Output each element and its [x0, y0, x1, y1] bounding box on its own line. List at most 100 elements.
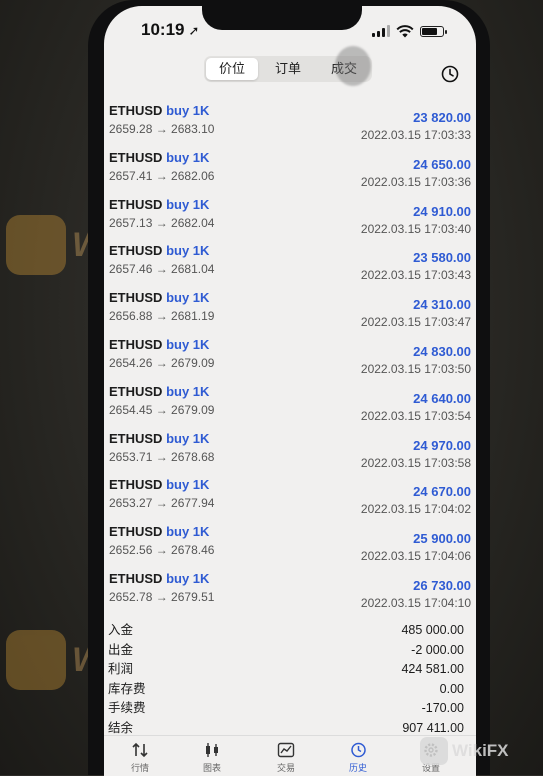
- summary-row: 库存费 0.00: [108, 680, 464, 700]
- deal-row[interactable]: ETHUSD buy 1K 2653.27 → 2677.94 24 670.00 2…: [109, 477, 471, 524]
- symbol-text: ETHUSD: [109, 336, 163, 352]
- tab-label: 交易: [276, 763, 295, 773]
- deal-symbol: ETHUSD buy 1K: [109, 571, 209, 586]
- deal-symbol: ETHUSD buy 1K: [109, 290, 209, 305]
- deal-prices: 2657.46 → 2681.04: [109, 262, 215, 277]
- watermark-corner: WikiFX: [420, 737, 509, 765]
- deal-time: 2022.03.15 17:04:10: [360, 595, 471, 610]
- deal-row[interactable]: ETHUSD buy 1K 2657.41 → 2682.06 24 650.00 2…: [109, 150, 471, 197]
- summary-value: -170.00: [421, 701, 464, 715]
- deal-symbol: ETHUSD buy 1K: [109, 103, 209, 118]
- deal-type: buy 1K: [166, 290, 210, 306]
- summary-value: 485 000.00: [401, 623, 464, 637]
- tab-chart[interactable]: 图表: [182, 742, 242, 774]
- deal-type: buy 1K: [166, 149, 210, 165]
- deal-time: 2022.03.15 17:03:50: [360, 361, 471, 376]
- deal-type: buy 1K: [166, 243, 210, 259]
- deal-profit: 24 310.00: [413, 297, 471, 313]
- deal-row[interactable]: ETHUSD buy 1K 2652.56 → 2678.46 25 900.00 2…: [109, 524, 471, 571]
- deal-prices: 2659.28 → 2683.10: [109, 122, 215, 136]
- deal-profit: 24 670.00: [413, 484, 471, 500]
- summary-value: -2 000.00: [411, 642, 464, 657]
- deal-profit: 25 900.00: [413, 531, 471, 547]
- symbol-text: ETHUSD: [109, 524, 163, 540]
- deal-prices: 2652.78 → 2679.51: [109, 589, 215, 604]
- deal-time: 2022.03.15 17:04:06: [360, 549, 471, 564]
- deal-time: 2022.03.15 17:04:02: [360, 502, 471, 517]
- deal-time: 2022.03.15 17:03:40: [360, 221, 471, 236]
- symbol-text: ETHUSD: [109, 430, 163, 446]
- deal-type: buy 1K: [166, 524, 210, 540]
- summary-label: 库存费: [108, 681, 146, 696]
- summary-label: 利润: [108, 662, 134, 676]
- deal-prices: 2654.26 → 2679.09: [109, 355, 215, 370]
- chart-icon: [206, 743, 218, 757]
- wikifx-badge-icon: [6, 630, 66, 690]
- symbol-text: ETHUSD: [109, 243, 163, 259]
- summary-row: 手续费 -170.00: [108, 699, 464, 719]
- deal-prices: 2654.45 → 2679.09: [109, 402, 215, 417]
- scrolled-row-fragment: [118, 80, 470, 90]
- deal-time: 2022.03.15 17:03:36: [360, 174, 471, 189]
- summary-row: 利润 424 581.00: [108, 660, 464, 680]
- deal-time: 2022.03.15 17:03:33: [360, 128, 471, 142]
- deal-symbol: ETHUSD buy 1K: [109, 243, 209, 258]
- location-arrow-icon: ➚: [188, 23, 200, 38]
- segment-orders[interactable]: 订单: [262, 58, 314, 80]
- deal-type: buy 1K: [166, 570, 210, 586]
- deal-symbol: ETHUSD buy 1K: [109, 150, 209, 165]
- deal-row[interactable]: ETHUSD buy 1K 2652.78 → 2679.51 26 730.00 2…: [109, 571, 471, 618]
- deal-symbol: ETHUSD buy 1K: [109, 197, 209, 212]
- deal-type: buy 1K: [166, 196, 210, 212]
- deal-row[interactable]: ETHUSD buy 1K 2656.88 → 2681.19 24 310.00 2…: [109, 290, 471, 337]
- deal-time: 2022.03.15 17:03:43: [360, 268, 471, 283]
- account-summary: 入金 485 000.00 出金 -2 000.00 利润 424 581.00 库存费 0.…: [108, 621, 464, 738]
- cellular-signal-icon: [372, 25, 390, 37]
- tab-label: 历史: [348, 763, 367, 773]
- battery-icon: [420, 25, 447, 37]
- deal-profit: 24 830.00: [413, 343, 471, 359]
- deal-prices: 2656.88 → 2681.19: [109, 309, 215, 324]
- deal-profit: 23 820.00: [413, 110, 471, 125]
- symbol-text: ETHUSD: [109, 149, 163, 165]
- summary-label: 入金: [108, 623, 134, 637]
- clock-text: 10:19: [141, 20, 185, 39]
- deal-row[interactable]: ETHUSD buy 1K 2659.28 → 2683.10 23 820.00 2…: [109, 103, 471, 150]
- summary-label: 出金: [108, 642, 134, 657]
- deal-prices: 2657.41 → 2682.06: [109, 168, 215, 183]
- deal-row[interactable]: ETHUSD buy 1K 2657.46 → 2681.04 23 580.00 2…: [109, 243, 471, 290]
- deal-profit: 26 730.00: [413, 577, 471, 593]
- notch: [202, 0, 362, 30]
- status-icons: [372, 24, 447, 38]
- deal-time: 2022.03.15 17:03:54: [360, 408, 471, 423]
- deal-row[interactable]: ETHUSD buy 1K 2653.71 → 2678.68 24 970.00 2…: [109, 431, 471, 478]
- segment-prices[interactable]: 价位: [206, 58, 258, 80]
- deal-row[interactable]: ETHUSD buy 1K 2654.26 → 2679.09 24 830.00 2…: [109, 337, 471, 384]
- deal-symbol: ETHUSD buy 1K: [109, 477, 209, 492]
- trade-icon: [277, 742, 295, 758]
- deal-symbol: ETHUSD buy 1K: [109, 384, 209, 399]
- summary-value: 0.00: [439, 681, 464, 696]
- tab-quotes[interactable]: 行情: [110, 742, 170, 774]
- history-icon: [351, 742, 366, 758]
- deal-type: buy 1K: [166, 383, 210, 399]
- deal-prices: 2657.13 → 2682.04: [109, 215, 215, 230]
- wikifx-badge-icon: [420, 737, 448, 765]
- symbol-text: ETHUSD: [109, 290, 163, 306]
- deal-type: buy 1K: [166, 430, 210, 446]
- summary-value: 424 581.00: [401, 662, 464, 676]
- symbol-text: ETHUSD: [109, 477, 163, 493]
- deal-prices: 2653.27 → 2677.94: [109, 496, 215, 511]
- tab-history[interactable]: 历史: [328, 742, 388, 774]
- deal-symbol: ETHUSD buy 1K: [109, 524, 209, 539]
- quotes-icon: [132, 742, 148, 758]
- deal-type: buy 1K: [166, 103, 210, 118]
- tab-trade[interactable]: 交易: [256, 742, 316, 774]
- deal-profit: 24 910.00: [413, 203, 471, 219]
- watermark-text: WikiFX: [452, 741, 509, 760]
- tab-label: 图表: [202, 763, 221, 773]
- deal-time: 2022.03.15 17:03:47: [360, 315, 471, 330]
- deal-profit: 24 970.00: [413, 437, 471, 453]
- deal-row[interactable]: ETHUSD buy 1K 2657.13 → 2682.04 24 910.00 2…: [109, 197, 471, 244]
- deal-row[interactable]: ETHUSD buy 1K 2654.45 → 2679.09 24 640.00 2…: [109, 384, 471, 431]
